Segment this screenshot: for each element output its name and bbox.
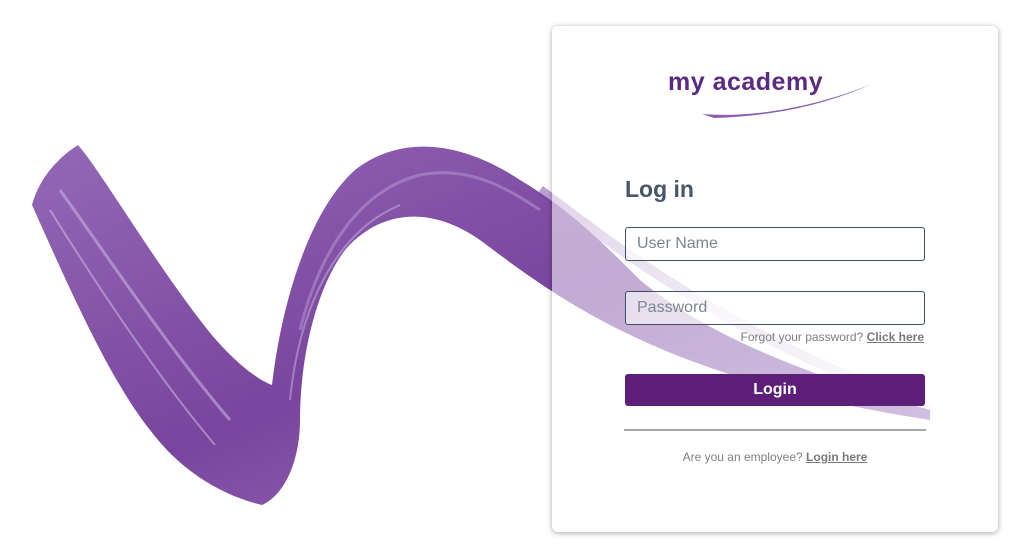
employee-login-link[interactable]: Login here [806,450,867,464]
forgot-password-prefix: Forgot your password? [740,330,864,344]
password-input[interactable] [625,291,925,325]
divider [624,429,926,431]
employee-prefix: Are you an employee? [682,450,803,464]
forgot-password-link[interactable]: Click here [867,330,924,344]
username-input[interactable] [625,227,925,261]
login-card: my academy Log in Forgot your password? … [552,26,998,532]
login-button[interactable]: Login [625,374,925,406]
academy-logo: my academy [662,66,882,126]
logo-text: my academy [668,68,824,96]
page-title: Log in [625,176,694,202]
forgot-password-text: Forgot your password? Click here [741,330,924,344]
employee-login-text: Are you an employee? Login here [552,450,998,464]
